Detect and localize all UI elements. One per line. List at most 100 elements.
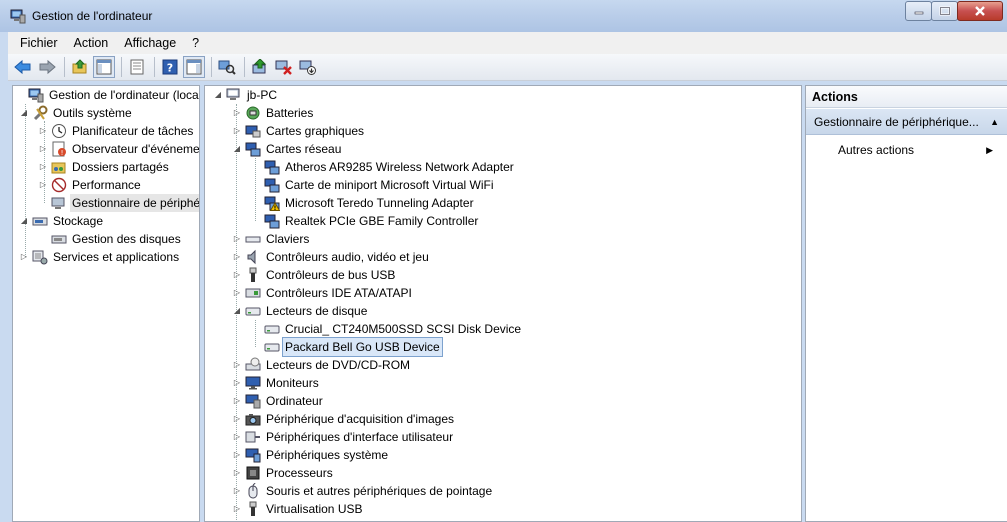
tree-node-gestion-disques[interactable]: Gestion des disques [51, 230, 183, 248]
show-hide-action-pane-button[interactable] [183, 56, 205, 78]
tree-label: Ordinateur [266, 394, 323, 408]
device-category-dvd[interactable]: ▷ Lecteurs de DVD/CD-ROM [232, 356, 412, 374]
close-button[interactable] [957, 1, 1003, 21]
minimize-button[interactable] [905, 1, 932, 21]
disable-device-button[interactable] [297, 56, 319, 78]
show-hide-tree-button[interactable] [93, 56, 115, 78]
tree-label: Processeurs [266, 466, 333, 480]
device-network-atheros[interactable]: Atheros AR9285 Wireless Network Adapter [264, 158, 516, 176]
actions-section-label: Gestionnaire de périphérique... [814, 115, 979, 129]
device-category-cartes-graphiques[interactable]: ▷ Cartes graphiques [232, 122, 366, 140]
up-level-button[interactable] [69, 56, 91, 78]
device-tree-pane[interactable]: ◢ jb-PC ▷ Batteries ▷ Cartes graphiques … [204, 85, 802, 522]
usb-icon [245, 501, 261, 517]
collapse-arrow-icon: ◢ [233, 306, 241, 315]
device-disk-crucial[interactable]: Crucial_ CT240M500SSD SCSI Disk Device [264, 320, 523, 338]
forward-button[interactable] [36, 56, 58, 78]
device-manager-icon [51, 195, 67, 211]
menu-fichier[interactable]: Fichier [12, 32, 66, 54]
device-category-processeurs[interactable]: ▷ Processeurs [232, 464, 335, 482]
tree-label: Atheros AR9285 Wireless Network Adapter [285, 160, 514, 174]
help-icon: ? [162, 59, 178, 75]
menu-affichage[interactable]: Affichage [116, 32, 184, 54]
device-category-usb[interactable]: ▷ Contrôleurs de bus USB [232, 266, 397, 284]
tree-node-dossiers-partages[interactable]: ▷ Dossiers partagés [38, 158, 171, 176]
console-tree-pane[interactable]: Gestion de l'ordinateur (local) ◢ Outils… [12, 85, 200, 522]
keyboard-icon [245, 231, 261, 247]
tree-node-gestionnaire-peripheriques[interactable]: Gestionnaire de périphériques [51, 194, 199, 212]
maximize-button[interactable] [931, 1, 958, 21]
device-category-cartes-reseau[interactable]: ◢ Cartes réseau [232, 140, 343, 158]
device-category-moniteurs[interactable]: ▷ Moniteurs [232, 374, 321, 392]
expand-arrow-icon: ▷ [233, 486, 241, 495]
disk-drive-icon [245, 303, 261, 319]
uninstall-device-icon [275, 60, 292, 75]
back-button[interactable] [12, 56, 34, 78]
tree-connector [255, 320, 256, 347]
network-adapter-icon [264, 159, 280, 175]
scan-hardware-button[interactable] [216, 56, 238, 78]
tree-label: Carte de miniport Microsoft Virtual WiFi [285, 178, 494, 192]
device-category-interface-utilisateur[interactable]: ▷ Périphériques d'interface utilisateur [232, 428, 455, 446]
actions-section-device-manager[interactable]: Gestionnaire de périphérique... ▲ [806, 109, 1007, 135]
menu-action[interactable]: Action [66, 32, 117, 54]
device-category-lecteurs-disque[interactable]: ◢ Lecteurs de disque [232, 302, 369, 320]
tree-label: Moniteurs [266, 376, 319, 390]
shared-folder-icon [51, 159, 67, 175]
tree-label: Observateur d'événements [72, 142, 200, 156]
expand-arrow-icon: ▷ [233, 504, 241, 513]
device-category-ide[interactable]: ▷ Contrôleurs IDE ATA/ATAPI [232, 284, 414, 302]
show-hide-tree-icon [96, 59, 112, 75]
collapse-arrow-icon: ◢ [233, 144, 241, 153]
dvd-drive-icon [245, 357, 261, 373]
device-category-audio[interactable]: ▷ Contrôleurs audio, vidéo et jeu [232, 248, 431, 266]
expand-arrow-icon: ▷ [39, 126, 47, 135]
disk-drive-icon [264, 321, 280, 337]
expand-arrow-icon: ▷ [20, 252, 28, 261]
tree-node-stockage[interactable]: ◢ Stockage [19, 212, 105, 230]
uninstall-device-button[interactable] [273, 56, 295, 78]
tree-label: Services et applications [53, 250, 180, 264]
device-network-teredo[interactable]: ! Microsoft Teredo Tunneling Adapter [264, 194, 476, 212]
clock-icon [51, 123, 67, 139]
autres-actions-item[interactable]: Autres actions ▶ [806, 139, 1007, 161]
properties-button[interactable] [126, 56, 148, 78]
tree-label: Dossiers partagés [72, 160, 169, 174]
device-category-systeme[interactable]: ▷ Périphériques système [232, 446, 390, 464]
device-network-realtek[interactable]: Realtek PCIe GBE Family Controller [264, 212, 480, 230]
tree-node-observateur[interactable]: ▷ ! Observateur d'événements [38, 140, 200, 158]
help-button[interactable]: ? [159, 56, 181, 78]
tree-node-performance[interactable]: ▷ Performance [38, 176, 143, 194]
collapse-triangle-icon: ▲ [990, 117, 999, 127]
toolbar: ? [8, 54, 1007, 81]
tree-label: Cartes réseau [266, 142, 342, 156]
toolbar-separator [244, 57, 245, 77]
tree-node-services[interactable]: ▷ Services et applications [19, 248, 181, 266]
device-category-batteries[interactable]: ▷ Batteries [232, 104, 315, 122]
minimize-icon [914, 11, 923, 15]
tree-node-root[interactable]: Gestion de l'ordinateur (local) [15, 86, 199, 104]
device-category-ordinateur[interactable]: ▷ Ordinateur [232, 392, 325, 410]
toolbar-separator [64, 57, 65, 77]
device-category-acquisition-images[interactable]: ▷ Périphérique d'acquisition d'images [232, 410, 456, 428]
camera-icon [245, 411, 261, 427]
device-category-claviers[interactable]: ▷ Claviers [232, 230, 311, 248]
device-disk-packard-bell[interactable]: Packard Bell Go USB Device [264, 337, 443, 357]
device-network-virtual-wifi[interactable]: Carte de miniport Microsoft Virtual WiFi [264, 176, 496, 194]
tree-label: Stockage [53, 214, 104, 228]
tree-label: Contrôleurs audio, vidéo et jeu [266, 250, 429, 264]
tree-node-outils-systeme[interactable]: ◢ Outils système [19, 104, 134, 122]
expand-arrow-icon: ▷ [233, 126, 241, 135]
device-tree-root[interactable]: ◢ jb-PC [213, 86, 279, 104]
submenu-arrow-icon: ▶ [986, 145, 993, 155]
device-category-virtualisation-usb[interactable]: ▷ Virtualisation USB [232, 500, 365, 518]
tree-label: Realtek PCIe GBE Family Controller [285, 214, 479, 228]
actions-header: Actions [806, 86, 1007, 108]
tree-label: Virtualisation USB [266, 502, 363, 516]
update-driver-button[interactable] [249, 56, 271, 78]
menu-help[interactable]: ? [184, 32, 207, 54]
speaker-icon [245, 249, 261, 265]
device-category-souris[interactable]: ▷ Souris et autres périphériques de poin… [232, 482, 494, 500]
close-icon [975, 6, 985, 16]
tree-node-planificateur[interactable]: ▷ Planificateur de tâches [38, 122, 195, 140]
